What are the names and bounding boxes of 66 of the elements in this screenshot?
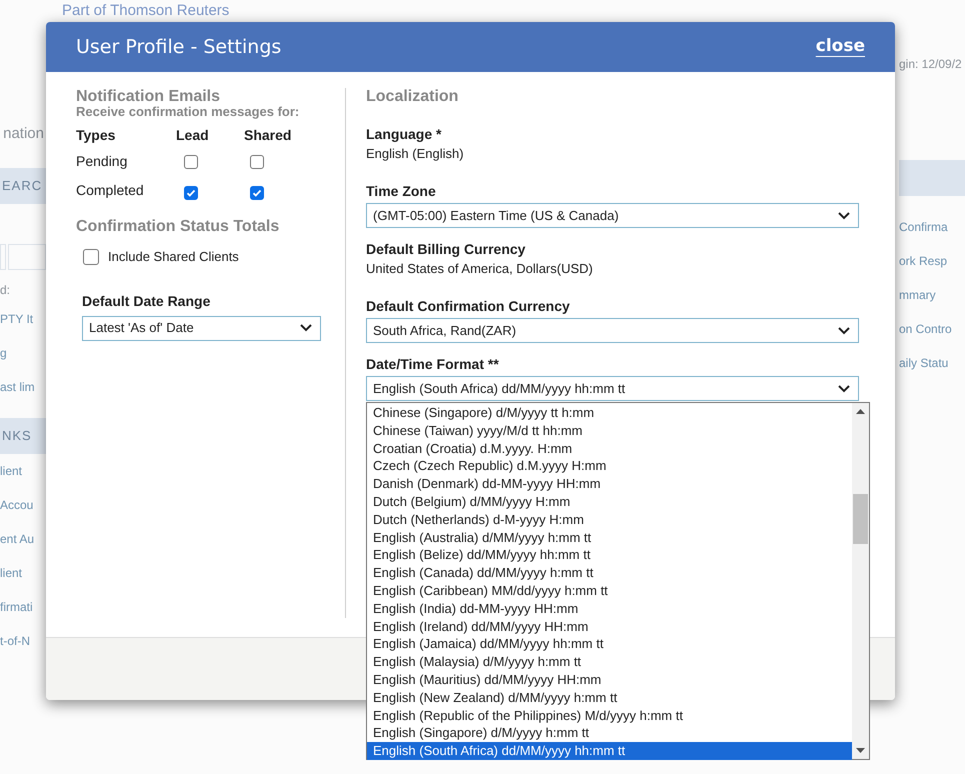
column-header: Lead [176,126,210,145]
row-label: Pending [76,152,128,171]
chevron-down-icon [838,326,850,334]
section-banner: EARC [0,168,46,204]
dropdown-option[interactable]: English (Canada) dd/MM/yyyy h:mm tt [367,564,852,582]
dropdown-option[interactable]: English (South Africa) dd/MM/yyyy hh:mm tt [367,742,852,760]
checkbox[interactable] [83,248,99,265]
dropdown-option[interactable]: English (Caribbean) MM/dd/yyyy h:mm tt [367,582,852,600]
field-label: Default Billing Currency [366,240,526,258]
column-header: Shared [244,126,292,145]
scroll-down-icon[interactable] [856,748,865,753]
chevron-down-icon [300,324,312,332]
logo-subtitle: Part of Thomson Reuters [62,0,230,21]
row-label: Completed [76,181,145,200]
dropdown-option[interactable]: English (Belize) dd/MM/yyyy hh:mm tt [367,546,852,564]
select-field[interactable]: South Africa, Rand(ZAR) [366,318,859,343]
close-link[interactable]: close [816,34,865,60]
dropdown-option[interactable]: English (New Zealand) d/MM/yyyy h:mm tt [367,688,852,707]
field-label: Time Zone [366,182,437,200]
dropdown-option[interactable]: Dutch (Belgium) d/MM/yyyy H:mm [367,492,852,511]
dropdown-option[interactable]: English (Jamaica) dd/MM/yyyy hh:mm tt [367,635,852,654]
checkbox[interactable] [184,155,198,169]
page-text: d: [0,282,10,299]
dropdown-option[interactable]: Czech (Czech Republic) d.M.yyyy H:mm [367,457,852,476]
input-field[interactable] [0,244,6,270]
field-label: Default Confirmation Currency [366,297,571,315]
checkbox[interactable] [184,186,198,200]
dropdown-option[interactable]: English (Singapore) d/M/yyyy h:mm tt [367,724,852,742]
field-label: Default Date Range [81,292,212,311]
input-field[interactable] [8,244,46,270]
section-heading: Confirmation Status Totals [76,217,280,237]
dropdown-option[interactable]: Chinese (Taiwan) yyyy/M/d tt hh:mm [367,422,852,440]
dropdown-option[interactable]: Dutch (Netherlands) d-M-yyyy H:mm [367,510,852,529]
section-banner: NKS [0,418,46,454]
section-banner [899,160,965,196]
select-field[interactable]: (GMT-05:00) Eastern Time (US & Canada) [366,203,859,228]
checkbox-label: Include Shared Clients [108,248,239,266]
select-field[interactable]: English (South Africa) dd/MM/yyyy hh:mm tt [366,376,859,401]
checkbox[interactable] [250,186,264,200]
scrollbar[interactable] [852,403,869,759]
select-field[interactable]: Latest 'As of' Date [82,316,321,340]
dropdown-option[interactable]: Chinese (Singapore) d/M/yyyy tt h:mm [367,404,852,422]
dropdown-option[interactable]: English (Ireland) dd/MM/yyyy HH:mm [367,618,852,636]
field-label: Date/Time Format ** [366,355,500,373]
field-value: English (English) [366,146,465,162]
dropdown-option[interactable]: English (Australia) d/MM/yyyy h:mm tt [367,528,852,546]
dropdown-option[interactable]: English (Republic of the Philippines) M/d/yyyy h:mm tt [367,706,852,724]
scroll-up-icon[interactable] [856,409,865,414]
chevron-down-icon [838,212,850,220]
page-heading: nation [3,124,44,144]
section-heading: Localization [366,88,460,106]
section-subheading: Receive confirmation messages for: [76,105,300,119]
column-header: Types [76,126,116,145]
checkbox[interactable] [250,155,264,169]
dropdown-option[interactable]: Danish (Denmark) dd-MM-yyyy HH:mm [367,475,852,493]
field-value: United States of America, Dollars(USD) [366,261,594,277]
dropdown-option[interactable]: English (Mauritius) dd/MM/yyyy HH:mm [367,670,852,689]
dropdown-option[interactable]: English (Malaysia) d/M/yyyy h:mm tt [367,653,852,671]
dropdown-option[interactable]: Croatian (Croatia) d.M.yyyy. H:mm [367,440,852,458]
field-label: Language * [366,125,442,143]
scrollbar-thumb[interactable] [853,494,868,544]
page-text: gin: 12/09/2 [899,56,962,73]
chevron-down-icon [838,384,850,392]
dialog-title: User Profile - Settings [76,34,282,60]
dropdown-option[interactable]: English (India) dd-MM-yyyy HH:mm [367,600,852,618]
section-heading: Notification Emails [76,88,222,105]
